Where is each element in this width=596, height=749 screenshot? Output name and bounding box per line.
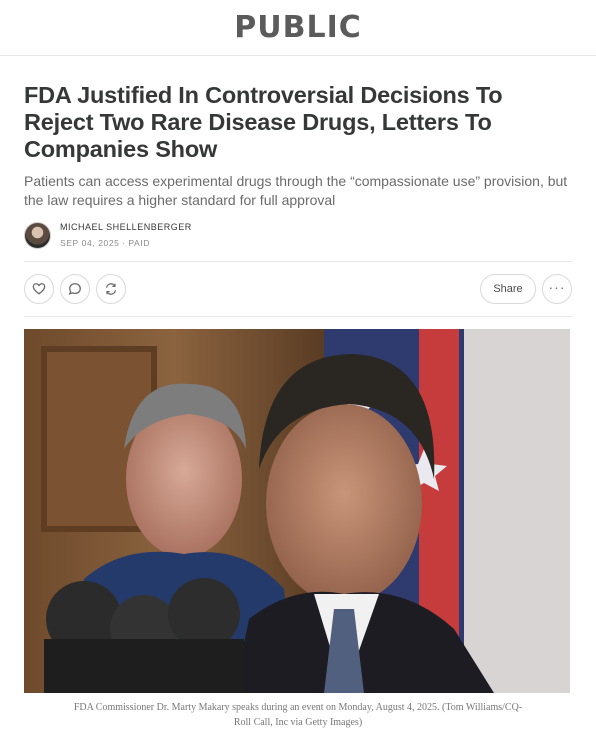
post-actions-bar: Share ··· <box>24 273 572 305</box>
article-title: FDA Justified In Controversial Decisions… <box>24 82 503 162</box>
comment-icon <box>68 283 81 295</box>
byline-text: MICHAEL SHELLENBERGER SEP 04, 2025 ∙ PAI… <box>60 222 192 248</box>
meta-separator: ∙ <box>122 238 126 248</box>
author-avatar[interactable] <box>24 221 51 249</box>
hero-photo-illustration <box>24 329 570 693</box>
share-button[interactable]: Share <box>480 274 536 304</box>
article-hero-image[interactable] <box>24 329 570 693</box>
restack-icon <box>105 283 117 295</box>
divider-top <box>24 261 572 262</box>
author-name[interactable]: MICHAEL SHELLENBERGER <box>60 222 192 232</box>
heart-icon <box>32 283 46 295</box>
article-subtitle: Patients can access experimental drugs t… <box>24 173 568 208</box>
more-options-button[interactable]: ··· <box>542 274 572 304</box>
post-date: SEP 04, 2025 <box>60 238 120 248</box>
publication-logo[interactable]: PUBLIC <box>234 10 362 45</box>
post-access: PAID <box>128 238 151 248</box>
site-header: PUBLIC <box>0 0 596 56</box>
byline: MICHAEL SHELLENBERGER SEP 04, 2025 ∙ PAI… <box>24 221 192 249</box>
post-meta: SEP 04, 2025 ∙ PAID <box>60 238 192 248</box>
ellipsis-icon: ··· <box>548 279 566 295</box>
like-button[interactable] <box>24 274 54 304</box>
divider-bottom <box>24 316 572 317</box>
comment-button[interactable] <box>60 274 90 304</box>
restack-button[interactable] <box>96 274 126 304</box>
image-caption: FDA Commissioner Dr. Marty Makary speaks… <box>73 702 523 728</box>
